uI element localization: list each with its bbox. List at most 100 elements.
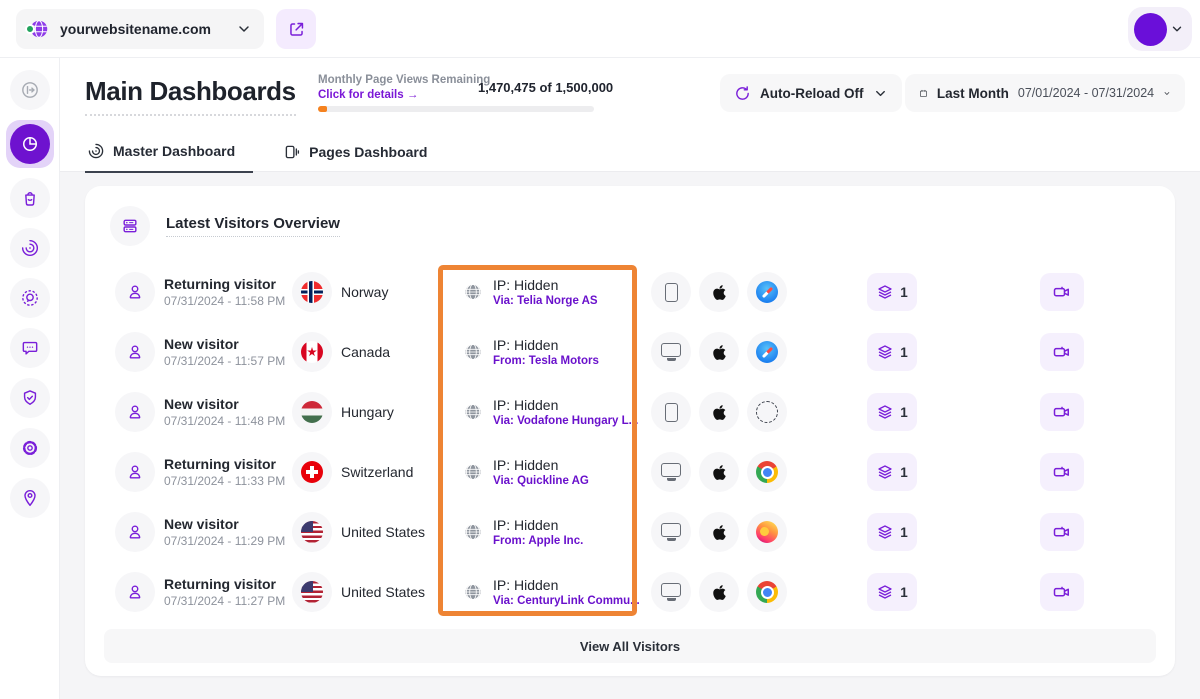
pages-count-pill[interactable]: 1 (867, 273, 917, 311)
session-recording-icon (1052, 402, 1072, 422)
user-menu[interactable] (1128, 7, 1192, 51)
isp-value: From: Tesla Motors (493, 355, 599, 367)
table-row[interactable]: Returning visitor 07/31/2024 - 11:27 PM … (85, 562, 1175, 622)
session-recording-button[interactable] (1040, 273, 1084, 311)
visitor-type: Returning visitor (164, 576, 285, 592)
pages-count-pill[interactable]: 1 (867, 573, 917, 611)
device-icon (651, 452, 691, 492)
visitor-type: New visitor (164, 516, 285, 532)
sidebar-collapse-icon (20, 80, 40, 100)
pages-count-pill[interactable]: 1 (867, 453, 917, 491)
period-label: Last Month (937, 86, 1009, 101)
table-row[interactable]: Returning visitor 07/31/2024 - 11:58 PM … (85, 262, 1175, 322)
view-all-visitors-button[interactable]: View All Visitors (104, 629, 1156, 663)
visitor-type: Returning visitor (164, 456, 285, 472)
sidebar-item-behaviour[interactable] (10, 228, 50, 268)
views-details-link[interactable]: Click for details → (318, 89, 418, 101)
globe-icon (463, 402, 483, 422)
device-icon (651, 332, 691, 372)
visit-datetime: 07/31/2024 - 11:33 PM (164, 474, 285, 488)
visitor-rows: Returning visitor 07/31/2024 - 11:58 PM … (85, 262, 1175, 622)
layers-icon (876, 403, 894, 421)
country-name: Norway (341, 284, 388, 300)
apple-os-icon (699, 272, 739, 312)
sidebar-item-dashboards[interactable] (6, 120, 54, 168)
layers-icon (876, 343, 894, 361)
pages-count: 1 (900, 525, 908, 540)
auto-reload-dropdown[interactable]: Auto-Reload Off (720, 74, 902, 112)
table-row[interactable]: Returning visitor 07/31/2024 - 11:33 PM … (85, 442, 1175, 502)
external-link-icon (287, 20, 306, 39)
visitor-person-icon (115, 332, 155, 372)
sidebar-item-feedback[interactable] (10, 328, 50, 368)
country-name: Canada (341, 344, 390, 360)
flag-icon (301, 581, 323, 603)
sidebar-item-settings[interactable] (10, 428, 50, 468)
pages-count-pill[interactable]: 1 (867, 513, 917, 551)
sidebar-item-privacy[interactable] (10, 378, 50, 418)
flag-icon (301, 401, 323, 423)
visitor-type: Returning visitor (164, 276, 285, 292)
session-recording-button[interactable] (1040, 513, 1084, 551)
sidebar-item-locations[interactable] (10, 478, 50, 518)
country-name: United States (341, 584, 425, 600)
table-row[interactable]: New visitor 07/31/2024 - 11:48 PM Hungar… (85, 382, 1175, 442)
apple-os-icon (699, 392, 739, 432)
browser-icon (747, 272, 787, 312)
pages-count-pill[interactable]: 1 (867, 333, 917, 371)
session-recording-button[interactable] (1040, 573, 1084, 611)
browser-icon (747, 572, 787, 612)
flag-icon (301, 341, 323, 363)
avatar (1134, 13, 1167, 46)
ip-value: IP: Hidden (493, 337, 599, 353)
country-flag (292, 392, 332, 432)
visitor-type: New visitor (164, 336, 285, 352)
globe-icon (463, 462, 483, 482)
isp-value: Via: Quickline AG (493, 475, 589, 487)
apple-os-icon (699, 512, 739, 552)
ecommerce-bag-icon (20, 188, 40, 208)
pages-count-pill[interactable]: 1 (867, 393, 917, 431)
views-remaining-label: Monthly Page Views Remaining (318, 74, 490, 86)
external-link-button[interactable] (276, 9, 316, 49)
device-icon (651, 272, 691, 312)
ip-value: IP: Hidden (493, 517, 583, 533)
globe-icon (463, 282, 483, 302)
pages-count: 1 (900, 345, 908, 360)
website-selector[interactable]: yourwebsitename.com (16, 9, 264, 49)
session-recording-button[interactable] (1040, 393, 1084, 431)
table-row[interactable]: New visitor 07/31/2024 - 11:57 PM Canada… (85, 322, 1175, 382)
session-recording-button[interactable] (1040, 333, 1084, 371)
website-name: yourwebsitename.com (60, 21, 236, 37)
pages-count: 1 (900, 465, 908, 480)
chevron-down-icon (1170, 22, 1184, 36)
country-flag (292, 452, 332, 492)
globe-icon (463, 342, 483, 362)
session-camera-icon (20, 288, 40, 308)
sidebar-item-ecommerce[interactable] (10, 178, 50, 218)
session-recording-button[interactable] (1040, 453, 1084, 491)
sidebar-item-recordings[interactable] (10, 278, 50, 318)
layers-icon (876, 523, 894, 541)
country-flag (292, 572, 332, 612)
apple-os-icon (699, 332, 739, 372)
session-recording-icon (1052, 582, 1072, 602)
table-row[interactable]: New visitor 07/31/2024 - 11:29 PM United… (85, 502, 1175, 562)
chevron-down-icon (873, 86, 888, 101)
location-pin-icon (20, 488, 40, 508)
browser-icon (747, 452, 787, 492)
chevron-down-icon (236, 21, 252, 37)
server-list-icon (110, 206, 150, 246)
tab-master-dashboard[interactable]: Master Dashboard (85, 136, 253, 173)
session-recording-icon (1052, 462, 1072, 482)
sidebar-collapse-toggle[interactable] (10, 70, 50, 110)
latest-visitors-card: Latest Visitors Overview Returning visit… (85, 186, 1175, 676)
date-range-dropdown[interactable]: Last Month 07/01/2024 - 07/31/2024 (905, 74, 1185, 112)
privacy-shield-icon (20, 388, 40, 408)
visit-datetime: 07/31/2024 - 11:58 PM (164, 294, 285, 308)
visitor-person-icon (115, 392, 155, 432)
pages-count: 1 (900, 285, 908, 300)
tab-pages-dashboard[interactable]: Pages Dashboard (281, 136, 445, 173)
gauge-icon (87, 142, 105, 160)
globe-icon (463, 522, 483, 542)
